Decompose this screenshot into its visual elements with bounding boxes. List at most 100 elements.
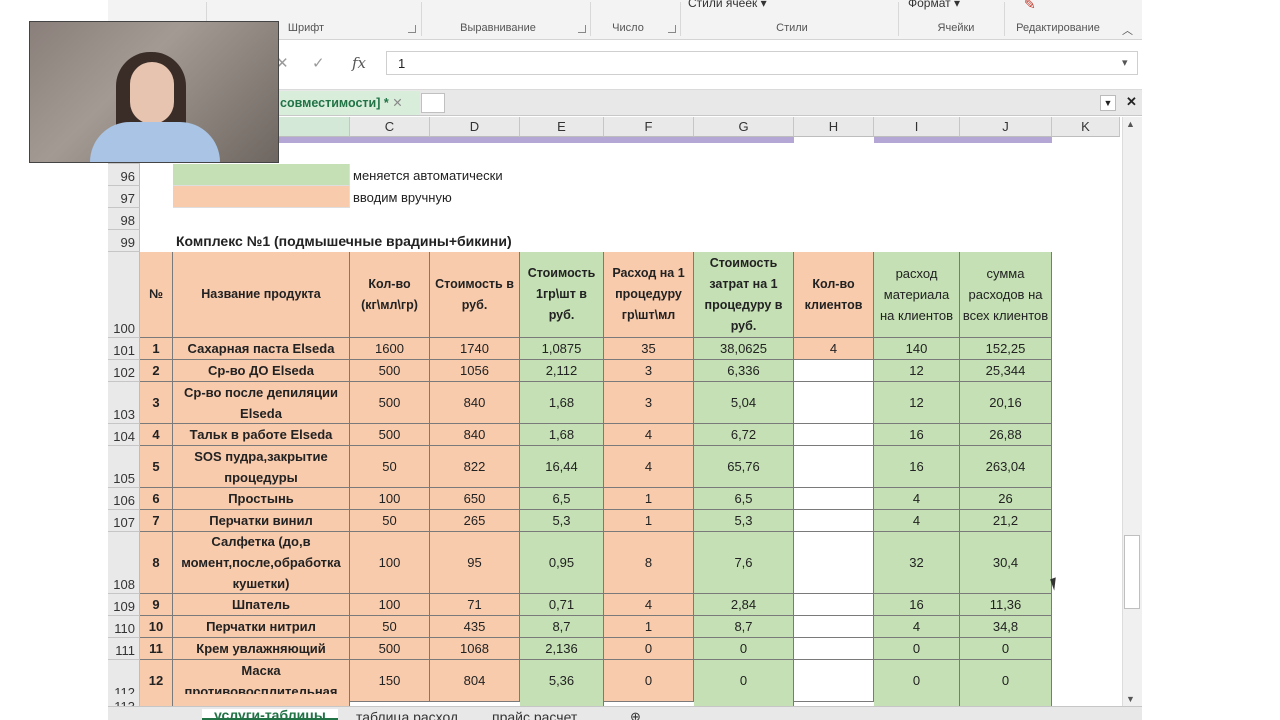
row-header[interactable]: 96 (108, 164, 140, 186)
cell-sum-total[interactable]: 26,88 (960, 424, 1052, 446)
cell-name[interactable]: Ср-во после депиляции Elseda (173, 382, 350, 424)
enter-icon[interactable]: ✓ (312, 54, 325, 72)
column-header-k[interactable]: K (1052, 117, 1120, 137)
format-button[interactable]: Формат ▾ (908, 0, 960, 10)
cell-name[interactable]: SOS пудра,закрытие процедуры (173, 446, 350, 488)
cell-per-procedure[interactable]: 1 (604, 616, 694, 638)
row-header[interactable]: 110 (108, 616, 140, 638)
cell-qty[interactable]: 50 (350, 510, 430, 532)
cell-qty[interactable]: 100 (350, 532, 430, 594)
row-header[interactable]: 97 (108, 186, 140, 208)
cell-num[interactable]: 4 (140, 424, 173, 446)
cell-sum-total[interactable]: 11,36 (960, 594, 1052, 616)
cell-price[interactable]: 840 (430, 382, 520, 424)
cell-price[interactable]: 1056 (430, 360, 520, 382)
cell-sum-total[interactable]: 26 (960, 488, 1052, 510)
cell-material-total[interactable]: 16 (874, 446, 960, 488)
cell-qty[interactable]: 500 (350, 360, 430, 382)
cell-procedure-cost[interactable]: 7,6 (694, 532, 794, 594)
cell-procedure-cost[interactable]: 5,04 (694, 382, 794, 424)
cell-num[interactable]: 9 (140, 594, 173, 616)
row-header[interactable]: 108 (108, 532, 140, 594)
formula-input[interactable] (386, 51, 1138, 75)
expand-formula-bar-icon[interactable]: ▾ (1122, 56, 1128, 69)
column-header-i[interactable]: I (874, 117, 960, 137)
cell-num[interactable]: 8 (140, 532, 173, 594)
cell-price[interactable]: 265 (430, 510, 520, 532)
cell-name[interactable]: Крем увлажняющий (173, 638, 350, 660)
cell-clients[interactable] (794, 424, 874, 446)
cell-qty[interactable]: 50 (350, 446, 430, 488)
collapse-ribbon-icon[interactable]: ︿ (1122, 22, 1133, 38)
workbook-tab[interactable]: совместимости] * ✕ (276, 91, 420, 115)
cell-name[interactable]: Перчатки нитрил (173, 616, 350, 638)
cell-per-procedure[interactable]: 3 (604, 360, 694, 382)
cell-unit-cost[interactable]: 8,7 (520, 616, 604, 638)
cell-unit-cost[interactable]: 0,95 (520, 532, 604, 594)
sheet-tab[interactable]: таблица расход (356, 709, 458, 720)
cell-sum-total[interactable]: 20,16 (960, 382, 1052, 424)
cell-material-total[interactable]: 12 (874, 382, 960, 424)
add-sheet-icon[interactable]: ⊕ (630, 709, 641, 720)
cell-price[interactable]: 1740 (430, 338, 520, 360)
cell-unit-cost[interactable]: 2,112 (520, 360, 604, 382)
cell-procedure-cost[interactable]: 8,7 (694, 616, 794, 638)
cell-sum-total[interactable]: 25,344 (960, 360, 1052, 382)
cell-sum-total[interactable]: 30,4 (960, 532, 1052, 594)
cell-per-procedure[interactable]: 8 (604, 532, 694, 594)
row-header[interactable]: 102 (108, 360, 140, 382)
cell-material-total[interactable]: 4 (874, 488, 960, 510)
cell-clients[interactable] (794, 638, 874, 660)
cell-procedure-cost[interactable]: 5,3 (694, 510, 794, 532)
column-header-e[interactable]: E (520, 117, 604, 137)
cell-name[interactable]: Салфетка (до,в момент,после,обработка ку… (173, 532, 350, 594)
cell-num[interactable]: 3 (140, 382, 173, 424)
row-header[interactable]: 98 (108, 208, 140, 230)
cell-unit-cost[interactable]: 16,44 (520, 446, 604, 488)
cell-unit-cost[interactable]: 6,5 (520, 488, 604, 510)
cell-num[interactable]: 10 (140, 616, 173, 638)
column-header-f[interactable]: F (604, 117, 694, 137)
cell-material-total[interactable]: 140 (874, 338, 960, 360)
cell-price[interactable]: 822 (430, 446, 520, 488)
cell-num[interactable]: 7 (140, 510, 173, 532)
cell-name[interactable]: Тальк в работе Elseda (173, 424, 350, 446)
cell-clients[interactable] (794, 510, 874, 532)
cell-per-procedure[interactable]: 0 (604, 638, 694, 660)
cell-procedure-cost[interactable]: 38,0625 (694, 338, 794, 360)
row-header[interactable]: 99 (108, 230, 140, 252)
cell-qty[interactable]: 500 (350, 424, 430, 446)
cell-clients[interactable] (794, 382, 874, 424)
row-header[interactable]: 105 (108, 446, 140, 488)
cell-unit-cost[interactable]: 1,68 (520, 382, 604, 424)
cell-procedure-cost[interactable]: 6,336 (694, 360, 794, 382)
cell-sum-total[interactable]: 263,04 (960, 446, 1052, 488)
close-icon[interactable]: ✕ (392, 96, 402, 110)
cell-qty[interactable]: 50 (350, 616, 430, 638)
row-header[interactable]: 109 (108, 594, 140, 616)
cell-procedure-cost[interactable]: 65,76 (694, 446, 794, 488)
scroll-up-icon[interactable]: ▲ (1126, 119, 1135, 129)
row-header[interactable]: 107 (108, 510, 140, 532)
cell-qty[interactable]: 1600 (350, 338, 430, 360)
cell-num[interactable]: 1 (140, 338, 173, 360)
cell-num[interactable]: 2 (140, 360, 173, 382)
column-header-d[interactable]: D (430, 117, 520, 137)
cell-price[interactable]: 650 (430, 488, 520, 510)
cell-name[interactable]: Ср-во ДО Elseda (173, 360, 350, 382)
row-header[interactable]: 101 (108, 338, 140, 360)
font-dialog-launcher[interactable] (408, 25, 416, 33)
cell-per-procedure[interactable]: 3 (604, 382, 694, 424)
cell-clients[interactable] (794, 360, 874, 382)
cell-material-total[interactable]: 4 (874, 616, 960, 638)
cell-unit-cost[interactable]: 1,68 (520, 424, 604, 446)
row-header[interactable]: 113 (108, 694, 140, 706)
cell-unit-cost[interactable]: 5,3 (520, 510, 604, 532)
cell-num[interactable]: 5 (140, 446, 173, 488)
column-header-j[interactable]: J (960, 117, 1052, 137)
cell-procedure-cost[interactable]: 0 (694, 638, 794, 660)
cell-material-total[interactable]: 0 (874, 638, 960, 660)
cell-price[interactable]: 435 (430, 616, 520, 638)
alignment-dialog-launcher[interactable] (578, 25, 586, 33)
cell-per-procedure[interactable]: 4 (604, 446, 694, 488)
